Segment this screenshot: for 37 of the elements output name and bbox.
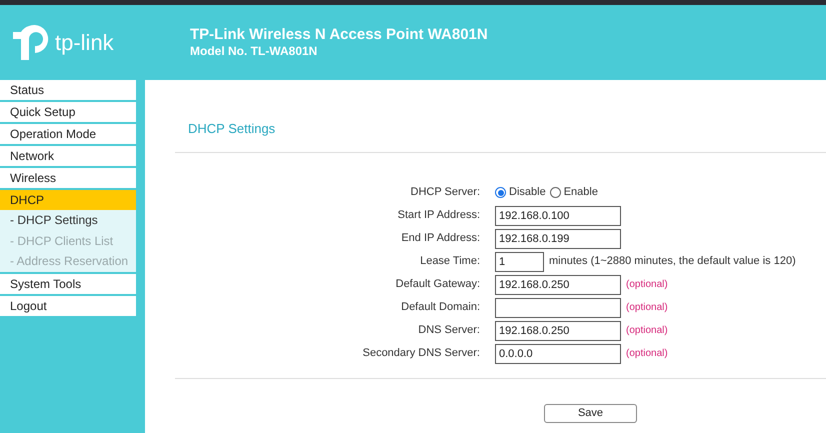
- model-number: Model No. TL-WA801N: [190, 44, 318, 59]
- menu-item[interactable]: DHCP: [0, 190, 136, 210]
- menu-item[interactable]: Wireless: [0, 168, 136, 188]
- input-field[interactable]: [495, 298, 621, 318]
- field-label: Default Domain:: [400, 300, 481, 316]
- optional-hint: (optional): [626, 278, 668, 292]
- field-label: End IP Address:: [400, 231, 481, 246]
- field-note: minutes (1~2880 minutes, the default value is 120): [549, 254, 796, 270]
- input-field[interactable]: 0.0.0.0: [495, 344, 621, 364]
- field-label: DNS Server:: [417, 323, 481, 338]
- menu-item[interactable]: System Tools: [0, 274, 136, 294]
- input-field[interactable]: 192.168.0.250: [495, 320, 621, 340]
- menu-item[interactable]: Quick Setup: [0, 102, 136, 122]
- logo-text: tp-link: [55, 32, 114, 54]
- menu-item[interactable]: Logout: [0, 296, 136, 316]
- submenu-item[interactable]: - DHCP Settings: [0, 210, 136, 230]
- optional-hint: (optional): [626, 347, 668, 361]
- menu-item[interactable]: Network: [0, 146, 136, 166]
- field-label: Lease Time:: [419, 254, 481, 270]
- radio-option[interactable]: Disable: [495, 184, 546, 201]
- field-label: Start IP Address:: [396, 208, 481, 224]
- field-label: Secondary DNS Server:: [362, 346, 481, 362]
- menu-item[interactable]: Status: [0, 80, 136, 100]
- field-label: DHCP Server:: [410, 185, 481, 200]
- logo-icon: [11, 24, 49, 62]
- input-field[interactable]: 192.168.0.250: [495, 274, 621, 294]
- page-title: DHCP Settings: [188, 120, 276, 138]
- menu-item[interactable]: Operation Mode: [0, 124, 136, 144]
- optional-hint: (optional): [626, 301, 668, 315]
- save-button[interactable]: Save: [544, 404, 637, 423]
- field-label: Default Gateway:: [394, 277, 481, 292]
- header-title: TP-Link Wireless N Access Point WA801N: [190, 26, 488, 44]
- input-field[interactable]: 192.168.0.199: [495, 228, 621, 248]
- radio-option[interactable]: Enable: [550, 184, 598, 201]
- input-field[interactable]: 192.168.0.100: [495, 206, 621, 226]
- optional-hint: (optional): [626, 324, 668, 338]
- input-field[interactable]: 1: [495, 252, 544, 272]
